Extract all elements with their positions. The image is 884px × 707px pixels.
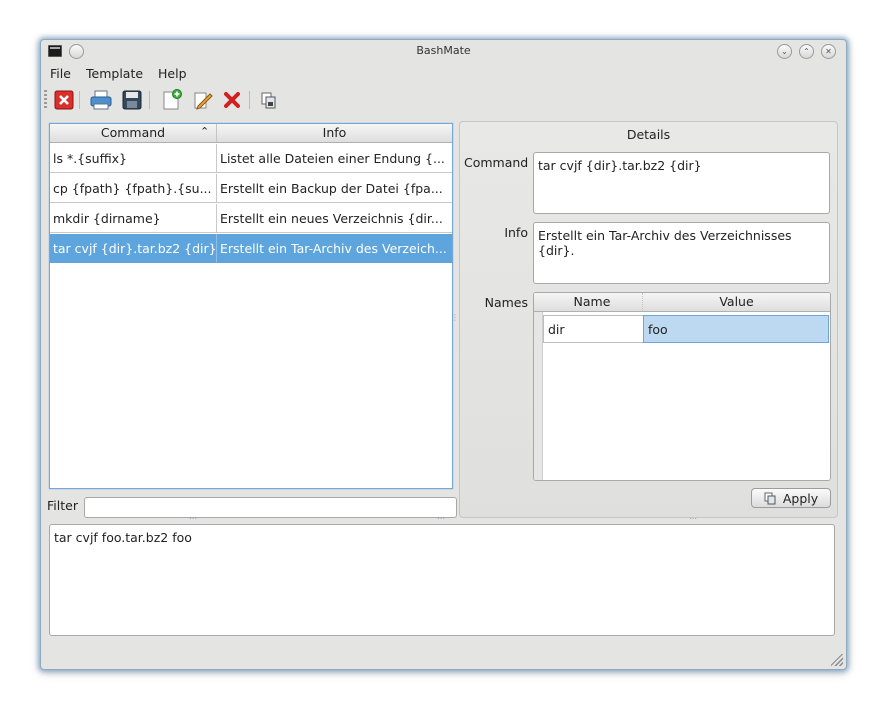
close-red-icon[interactable] xyxy=(53,89,75,111)
details-title: Details xyxy=(626,127,671,142)
toolbar xyxy=(41,86,846,114)
column-header-info[interactable]: Info xyxy=(217,124,452,142)
filter-label: Filter xyxy=(47,498,78,513)
commands-table[interactable]: Command ⌃ Info ls *.{suffix} Listet alle… xyxy=(49,123,453,489)
info-cell: Erstellt ein neues Verzeichnis {dir... xyxy=(217,204,452,233)
toolbar-grip[interactable] xyxy=(44,90,47,110)
toolbar-separator xyxy=(149,91,150,109)
info-cell: Erstellt ein Tar-Archiv des Verzeich... xyxy=(217,234,452,263)
column-header-name[interactable]: Name xyxy=(542,293,643,311)
info-cell: Erstellt ein Backup der Datei {fpa... xyxy=(217,174,452,203)
command-cell: mkdir {dirname} xyxy=(50,204,217,233)
title-bar: BashMate ⌄ ⌃ ✕ xyxy=(41,40,846,62)
row-header-column xyxy=(534,312,543,480)
edit-icon[interactable] xyxy=(192,89,214,111)
apply-label: Apply xyxy=(782,490,819,506)
menu-file[interactable]: File xyxy=(50,66,71,81)
print-icon[interactable] xyxy=(90,89,112,111)
command-cell: cp {fpath} {fpath}.{su... xyxy=(50,174,217,203)
apply-icon xyxy=(764,492,776,504)
commands-header: Command ⌃ Info xyxy=(50,124,452,143)
command-output[interactable]: tar cvjf foo.tar.bz2 foo xyxy=(49,524,835,636)
apply-button[interactable]: Apply xyxy=(751,488,831,508)
value-cell[interactable]: foo xyxy=(643,315,829,343)
column-header-value[interactable]: Value xyxy=(643,293,830,311)
delete-icon[interactable] xyxy=(221,89,243,111)
splitter-handle[interactable]: ⋯ xyxy=(437,514,446,523)
new-document-icon[interactable] xyxy=(161,89,183,111)
names-header: Name Value xyxy=(534,293,830,312)
names-label: Names xyxy=(484,295,528,310)
details-group: Details Command tar cvjf {dir}.tar.bz2 {… xyxy=(459,121,838,518)
splitter-handle[interactable]: ⋯ xyxy=(189,514,198,523)
toolbar-separator xyxy=(79,91,80,109)
close-icon[interactable]: ✕ xyxy=(821,44,836,59)
resize-grip-icon[interactable] xyxy=(831,654,843,666)
toolbar-separator xyxy=(249,91,250,109)
table-row-selected[interactable]: tar cvjf {dir}.tar.bz2 {dir} Erstellt ei… xyxy=(50,234,452,264)
main-window: BashMate ⌄ ⌃ ✕ File Template Help Comman… xyxy=(40,39,847,670)
info-label: Info xyxy=(504,225,528,240)
sort-ascending-icon[interactable]: ⌃ xyxy=(200,125,209,138)
table-row[interactable]: cp {fpath} {fpath}.{su... Erstellt ein B… xyxy=(50,174,452,204)
info-field[interactable]: Erstellt ein Tar-Archiv des Verzeichniss… xyxy=(533,222,830,284)
maximize-icon[interactable]: ⌃ xyxy=(799,44,814,59)
window-title: BashMate xyxy=(416,44,471,57)
command-cell: ls *.{suffix} xyxy=(50,144,217,173)
command-label: Command xyxy=(464,155,529,170)
menu-help[interactable]: Help xyxy=(158,66,187,81)
names-table[interactable]: Name Value dir foo xyxy=(533,292,831,481)
table-row[interactable]: ls *.{suffix} Listet alle Dateien einer … xyxy=(50,144,452,174)
name-cell[interactable]: dir xyxy=(543,315,643,343)
command-cell: tar cvjf {dir}.tar.bz2 {dir} xyxy=(50,234,217,263)
menu-template[interactable]: Template xyxy=(86,66,143,81)
info-cell: Listet alle Dateien einer Endung {... xyxy=(217,144,452,173)
save-icon[interactable] xyxy=(121,89,143,111)
copy-icon[interactable] xyxy=(258,89,280,111)
minimize-icon[interactable]: ⌄ xyxy=(777,44,792,59)
column-header-command[interactable]: Command xyxy=(50,124,217,142)
splitter-handle[interactable]: ⋯ xyxy=(689,514,698,523)
table-row[interactable]: mkdir {dirname} Erstellt ein neues Verze… xyxy=(50,204,452,234)
filter-input[interactable] xyxy=(84,497,457,518)
command-field[interactable]: tar cvjf {dir}.tar.bz2 {dir} xyxy=(533,152,830,214)
